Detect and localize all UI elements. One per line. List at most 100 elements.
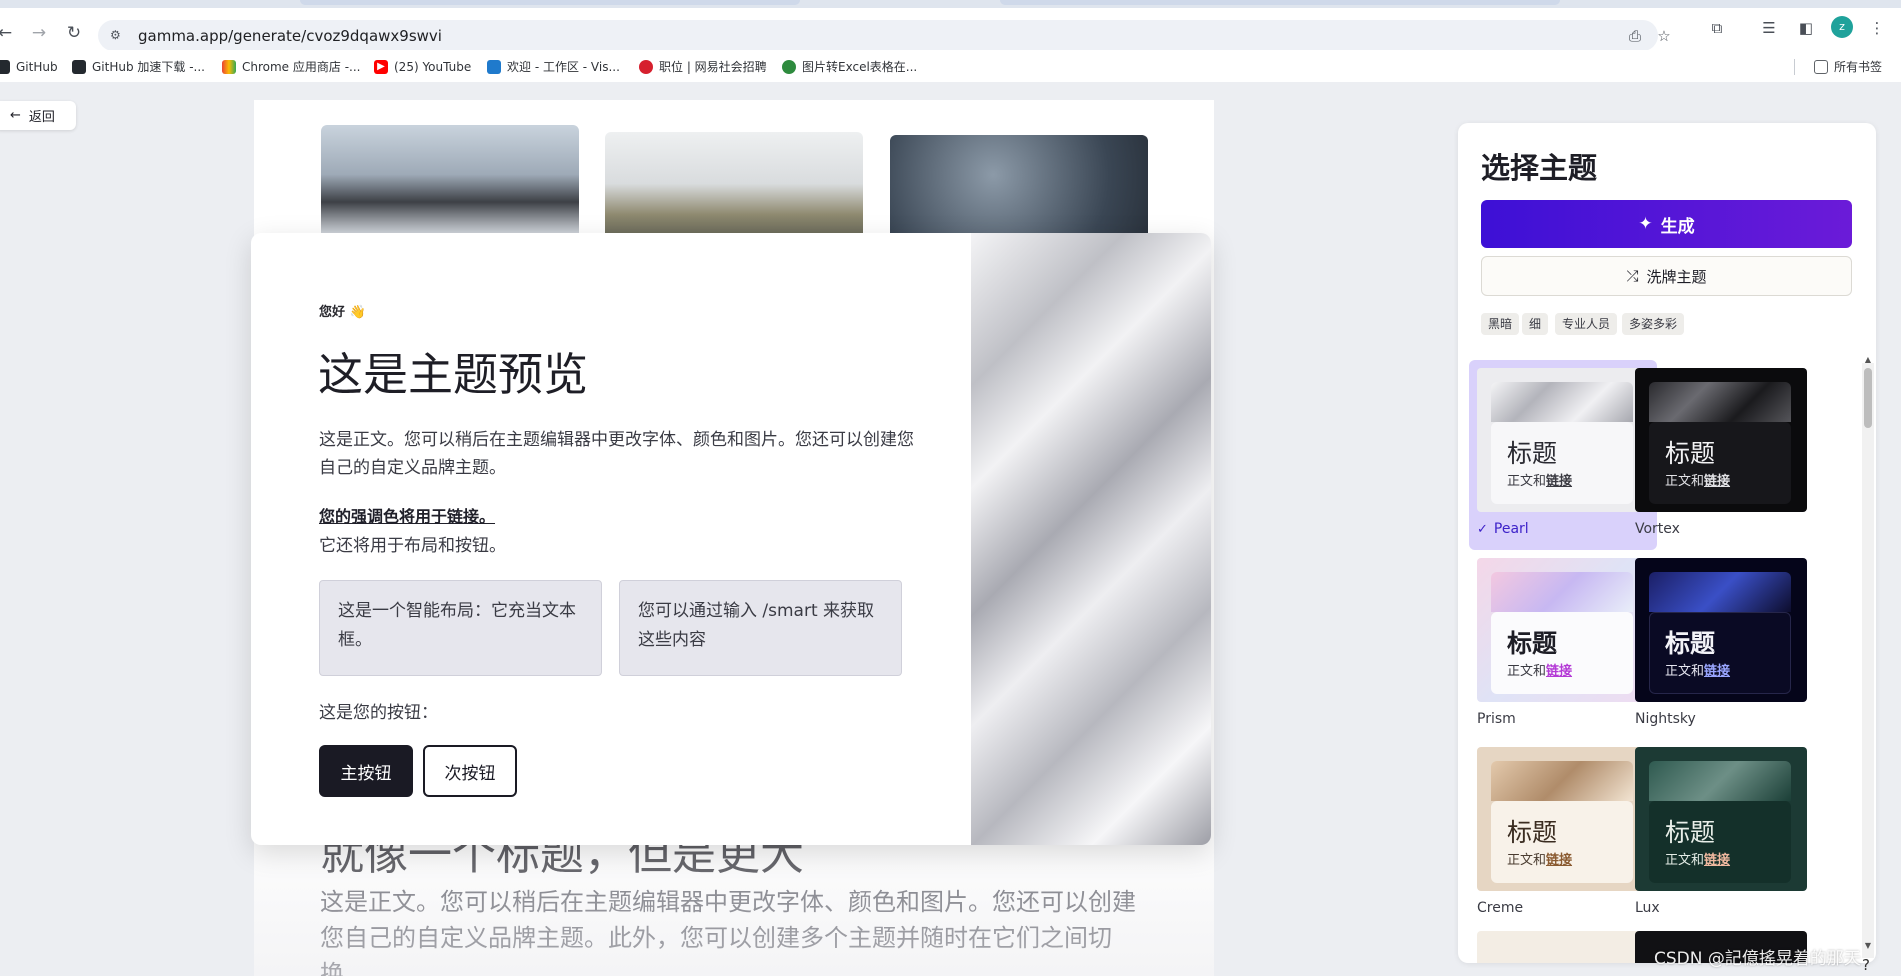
youtube-icon: ▶: [374, 59, 388, 74]
theme-card-lux[interactable]: 标题 正文和链接 Lux: [1627, 739, 1815, 929]
checkmark-icon: ✓: [1477, 521, 1488, 537]
tab-strip-hint: [300, 0, 800, 5]
theme-name: Prism: [1477, 711, 1516, 727]
theme-mini-body: 正文和链接: [1665, 664, 1731, 679]
bookmarks-separator: [1794, 59, 1795, 75]
theme-mini-image: [1491, 572, 1633, 612]
panel-title: 选择主题: [1481, 151, 1598, 185]
theme-mini-image: [1491, 382, 1633, 422]
bookmark-github[interactable]: GitHub: [0, 58, 58, 75]
address-bar[interactable]: ⚙ gamma.app/generate/cvoz9dqawx9swvi ⎙ ☆: [98, 20, 1671, 51]
theme-thumbnail: 标题 正文和链接: [1635, 747, 1807, 891]
astronaut-thumbnail[interactable]: [605, 132, 863, 235]
theme-name: Vortex: [1635, 521, 1680, 537]
reading-list-icon[interactable]: ☰: [1758, 17, 1780, 39]
smart-layout-box: 这是一个智能布局：它充当文本框。: [319, 580, 602, 676]
buttons-label: 这是您的按钮：: [319, 703, 438, 723]
theme-card-vortex[interactable]: 标题 正文和链接 Vortex: [1627, 360, 1815, 550]
reload-icon[interactable]: ↻: [63, 22, 85, 44]
shuffle-themes-button[interactable]: ⤮ 洗牌主题: [1481, 256, 1852, 296]
help-question-icon[interactable]: ?: [1862, 956, 1870, 974]
bookmark-netease[interactable]: 职位 | 网易社会招聘: [639, 58, 767, 75]
theme-name: Creme: [1477, 900, 1524, 916]
url-text[interactable]: gamma.app/generate/cvoz9dqawx9swvi: [138, 27, 442, 45]
csdn-watermark: CSDN @記億搖晃着的那天: [1654, 949, 1861, 969]
theme-card-partial[interactable]: [1477, 931, 1649, 963]
theme-mini-title: 标题: [1507, 629, 1558, 658]
filter-chip[interactable]: 细: [1522, 313, 1549, 335]
preview-body: 这是正文。您可以稍后在主题编辑器中更改字体、颜色和图片。您还可以创建您自己的自定…: [319, 430, 914, 478]
bookmarks-bar: GitHub GitHub 加速下载 -... Chrome 应用商店 -...…: [0, 50, 1901, 82]
theme-card-nightsky[interactable]: 标题 正文和链接 Nightsky: [1627, 550, 1815, 740]
theme-mini-title: 标题: [1665, 439, 1716, 468]
vscode-icon: [487, 59, 501, 74]
netease-icon: [639, 59, 653, 74]
theme-mini-body: 正文和链接: [1507, 474, 1573, 489]
shuffle-icon: ⤮: [1626, 267, 1639, 285]
profile-avatar[interactable]: z: [1831, 16, 1853, 38]
github-icon: [72, 59, 86, 74]
theme-name: ✓ Pearl: [1477, 521, 1529, 537]
scroll-down-arrow-icon[interactable]: ▼: [1863, 941, 1873, 951]
back-arrow-icon[interactable]: ←: [0, 22, 16, 44]
secondary-button[interactable]: 次按钮: [423, 745, 517, 797]
bookmark-youtube[interactable]: ▶ (25) YouTube: [374, 58, 471, 75]
theme-mini-image: [1649, 382, 1791, 422]
theme-mini-title: 标题: [1507, 439, 1558, 468]
generate-button[interactable]: ✦ 生成: [1481, 200, 1852, 248]
tab-strip-hint: [1000, 0, 1560, 5]
scroll-up-arrow-icon[interactable]: ▲: [1863, 355, 1873, 365]
theme-mini-title: 标题: [1507, 818, 1558, 847]
theme-thumbnail: 标题 正文和链接: [1635, 368, 1807, 512]
forward-arrow-icon[interactable]: →: [28, 22, 50, 44]
preview-accent-link[interactable]: 您的强调色将用于链接。: [319, 503, 495, 527]
panel-scrollbar[interactable]: [1862, 363, 1874, 958]
chrome-webstore-icon: [222, 59, 236, 74]
browser-toolbar: ← → ↻ ⚙ gamma.app/generate/cvoz9dqawx9sw…: [0, 8, 1901, 51]
theme-mini-image: [1649, 761, 1791, 801]
arrow-left-icon: ←: [10, 108, 21, 123]
excel-icon: [782, 59, 796, 74]
mountain-thumbnail[interactable]: [321, 125, 579, 235]
theme-mini-title: 标题: [1665, 818, 1716, 847]
panel-scrollbar-thumb[interactable]: [1864, 368, 1872, 428]
theme-mini-body: 正文和链接: [1665, 853, 1731, 868]
theme-picker-panel: 选择主题 ✦ 生成 ⤮ 洗牌主题 黑暗 细 专业人员 多姿多彩 标题 正文和链接…: [1458, 123, 1876, 963]
galaxy-thumbnail[interactable]: [890, 135, 1148, 235]
theme-name: Lux: [1635, 900, 1660, 916]
smart-layout-box: 您可以通过输入 /smart 来获取这些内容: [619, 580, 902, 676]
theme-thumbnail: 标题 正文和链接: [1635, 558, 1807, 702]
install-app-icon[interactable]: ⎙: [1625, 26, 1645, 46]
background-body: 这是正文。您可以稍后在主题编辑器中更改字体、颜色和图片。您还可以创建您自己的自定…: [320, 888, 1136, 976]
bookmark-star-icon[interactable]: ☆: [1654, 26, 1674, 46]
theme-thumbnail: 标题 正文和链接: [1477, 558, 1649, 702]
theme-name: Nightsky: [1635, 711, 1696, 727]
back-button[interactable]: ← 返回: [0, 101, 76, 130]
side-panel-icon[interactable]: ◧: [1795, 17, 1817, 39]
theme-mini-body: 正文和链接: [1507, 664, 1573, 679]
all-bookmarks[interactable]: 所有书签: [1814, 58, 1882, 75]
filter-chip[interactable]: 多姿多彩: [1622, 313, 1685, 335]
preview-title: 这是主题预览: [318, 348, 589, 401]
bookmark-vscode[interactable]: 欢迎 - 工作区 - Vis...: [487, 58, 620, 75]
menu-kebab-icon[interactable]: ⋮: [1866, 17, 1888, 39]
site-settings-icon[interactable]: ⚙: [110, 27, 126, 43]
theme-preview-card: 您好 👋 这是主题预览 这是正文。您可以稍后在主题编辑器中更改字体、颜色和图片。…: [251, 233, 1211, 845]
bookmark-github-accel[interactable]: GitHub 加速下载 -...: [72, 58, 205, 75]
preview-greeting: 您好 👋: [319, 305, 366, 320]
sparkle-icon: ✦: [1638, 214, 1653, 234]
theme-mini-image: [1649, 572, 1791, 612]
primary-button[interactable]: 主按钮: [319, 745, 413, 797]
bookmark-chrome-webstore[interactable]: Chrome 应用商店 -...: [222, 58, 360, 75]
tab-strip: [0, 0, 1901, 8]
theme-thumbnail: 标题 正文和链接: [1477, 747, 1649, 891]
theme-mini-body: 正文和链接: [1507, 853, 1573, 868]
extensions-icon[interactable]: ⧉: [1706, 17, 1728, 39]
filter-chip[interactable]: 专业人员: [1555, 313, 1618, 335]
theme-thumbnail: 标题 正文和链接: [1477, 368, 1649, 512]
folder-icon: [1814, 59, 1828, 74]
theme-mini-image: [1491, 761, 1633, 801]
bookmark-excel[interactable]: 图片转Excel表格在...: [782, 58, 917, 75]
abstract-waves-image: [971, 233, 1211, 845]
filter-chip[interactable]: 黑暗: [1481, 313, 1520, 335]
